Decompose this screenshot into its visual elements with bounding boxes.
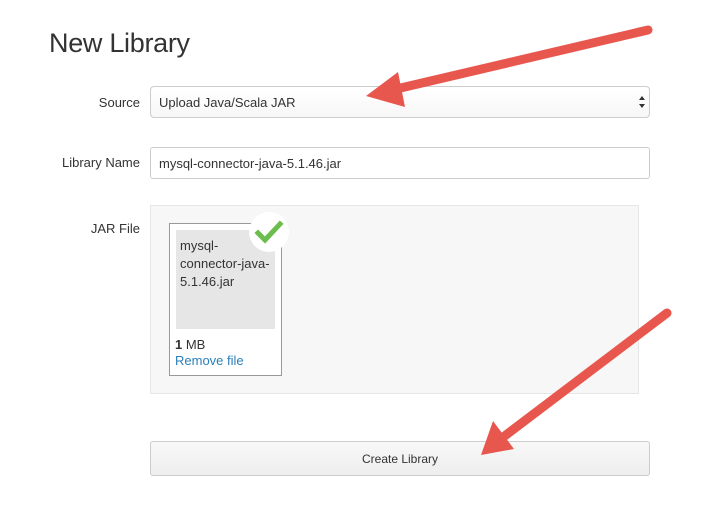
page-title: New Library	[49, 28, 190, 58]
library-name-input[interactable]	[150, 147, 650, 179]
source-select[interactable]: Upload Java/Scala JAR	[150, 86, 650, 118]
file-size-unit: MB	[182, 337, 206, 352]
library-name-label: Library Name	[61, 155, 140, 170]
create-library-button[interactable]: Create Library	[150, 441, 650, 476]
jar-file-label: JAR File	[90, 221, 140, 236]
source-label: Source	[98, 95, 140, 110]
file-size: 1 MB	[175, 337, 205, 352]
select-arrows-icon	[639, 96, 645, 108]
source-select-value: Upload Java/Scala JAR	[159, 95, 296, 110]
upload-success-badge	[249, 212, 289, 252]
remove-file-link[interactable]: Remove file	[175, 353, 244, 368]
checkmark-icon	[254, 220, 284, 244]
